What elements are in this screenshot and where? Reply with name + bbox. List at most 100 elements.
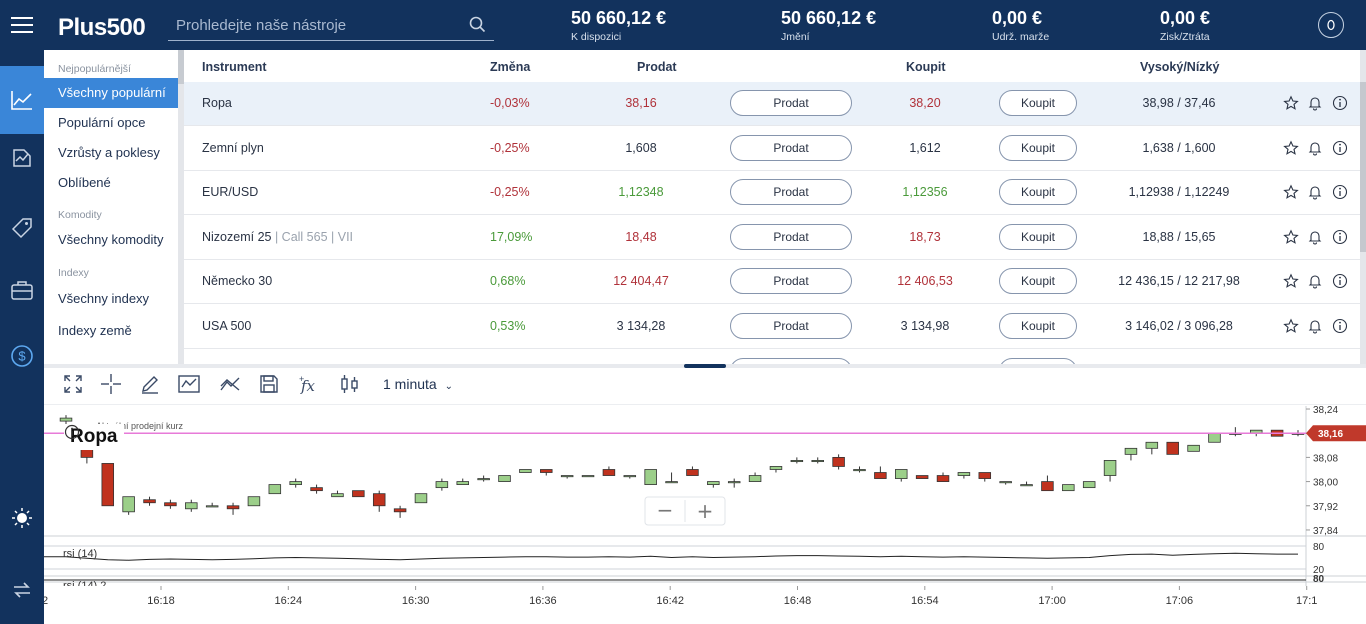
scrollbar-thumb[interactable] <box>1360 82 1366 252</box>
table-row[interactable] <box>184 350 1360 364</box>
buy-button[interactable]: Koupit <box>999 313 1077 339</box>
x-tick-label: 16:42 <box>656 595 684 607</box>
buy-button[interactable]: Koupit <box>999 179 1077 206</box>
high-low-value: 1,638 / 1,600 <box>1142 140 1216 155</box>
table-row[interactable]: Nizozemí 25 | Call 565 | VII 17,09% 18,4… <box>184 216 1360 260</box>
x-tick-label: 16:18 <box>147 595 175 607</box>
candle <box>665 481 678 484</box>
search-icon[interactable] <box>469 16 486 33</box>
bell-icon[interactable] <box>1307 95 1323 111</box>
candle <box>205 505 219 508</box>
category-all-indices[interactable]: Všechny indexy <box>44 282 178 316</box>
info-icon[interactable] <box>64 424 80 440</box>
rail-theme[interactable] <box>0 488 44 548</box>
rail-switch[interactable] <box>0 560 44 620</box>
instrument-label: Zemní plyn <box>202 140 264 155</box>
candle <box>832 456 845 467</box>
candle <box>915 475 929 479</box>
brightness-icon <box>12 508 32 528</box>
info-icon[interactable] <box>1332 318 1348 334</box>
info-icon[interactable] <box>1332 229 1348 245</box>
category-popular-options[interactable]: Populární opce <box>44 108 178 138</box>
buy-button[interactable]: Koupit <box>999 90 1077 116</box>
star-icon[interactable] <box>1283 140 1299 156</box>
candle <box>498 475 511 482</box>
star-icon[interactable] <box>1283 184 1299 200</box>
dollar-icon: $ <box>11 345 33 367</box>
header-change[interactable]: Změna <box>490 60 530 74</box>
bell-icon[interactable] <box>1307 273 1323 289</box>
bell-icon[interactable] <box>1307 140 1323 156</box>
table-row[interactable]: Německo 30 0,68% 12 404,47 Prodat 12 406… <box>184 260 1360 305</box>
menu-button[interactable] <box>0 0 44 50</box>
buy-button[interactable]: Koupit <box>999 223 1077 250</box>
candle <box>185 502 198 510</box>
candle <box>790 460 804 463</box>
table-scrollbar[interactable] <box>1360 50 1366 364</box>
stat-value: 50 660,12 € <box>571 8 667 28</box>
header-instrument[interactable]: Instrument <box>202 60 267 74</box>
bell-icon[interactable] <box>1307 318 1323 334</box>
candle <box>352 490 365 498</box>
instrument-name: Zemní plyn <box>202 141 264 155</box>
sell-button[interactable]: Prodat <box>730 268 852 295</box>
candle <box>414 493 428 504</box>
y-tick-label: 37,92 <box>1313 502 1338 513</box>
category-risers-fallers[interactable]: Vzrůsty a poklesy <box>44 138 178 168</box>
section-heading: Nejpopulárnější <box>58 63 131 75</box>
category-favourites[interactable]: Oblíbené <box>44 168 178 198</box>
table-row[interactable]: Zemní plyn -0,25% 1,608 Prodat 1,612 Kou… <box>184 127 1360 171</box>
table-row[interactable]: USA 500 0,53% 3 134,28 Prodat 3 134,98 K… <box>184 305 1360 349</box>
candle <box>540 469 553 473</box>
header-buy[interactable]: Koupit <box>906 60 946 74</box>
info-icon[interactable] <box>1332 184 1348 200</box>
buy-button[interactable]: Koupit <box>999 268 1077 295</box>
plus500-logo[interactable]: Plus500 <box>58 14 146 42</box>
rail-trade[interactable] <box>0 66 44 134</box>
candle <box>727 481 741 484</box>
header-high-low[interactable]: Vysoký/Nízký <box>1140 60 1219 74</box>
table-row[interactable]: EUR/USD -0,25% 1,12348 Prodat 1,12356 Ko… <box>184 171 1360 216</box>
candle <box>143 499 156 504</box>
zoom-out-button[interactable]: − <box>657 498 674 522</box>
rail-portfolio[interactable] <box>0 260 44 320</box>
candle <box>1124 447 1138 455</box>
category-all-popular[interactable]: Všechny populární <box>44 78 178 108</box>
buy-button[interactable]: Koupit <box>999 134 1077 161</box>
sell-button[interactable]: Prodat <box>730 179 852 206</box>
candle <box>372 493 386 507</box>
bell-icon[interactable] <box>1307 184 1323 200</box>
instrument-name: Německo 30 <box>202 274 272 288</box>
header-sell[interactable]: Prodat <box>637 60 677 74</box>
info-icon[interactable] <box>1332 273 1348 289</box>
star-icon[interactable] <box>1283 229 1299 245</box>
star-icon[interactable] <box>1283 95 1299 111</box>
search-input[interactable] <box>176 15 456 35</box>
price-chart[interactable]: 38,2438,0838,0037,9237,8438,16Aktuální p… <box>44 368 1366 624</box>
x-tick-label: 17:06 <box>1166 595 1194 607</box>
candle <box>1082 481 1096 489</box>
sell-button[interactable]: Prodat <box>730 313 852 339</box>
info-icon[interactable] <box>1332 95 1348 111</box>
sell-button[interactable]: Prodat <box>730 90 852 116</box>
zoom-in-button[interactable]: + <box>697 499 714 523</box>
candle <box>1187 444 1200 452</box>
candle <box>59 417 73 422</box>
rsi-tick-label: 80 <box>1313 542 1325 553</box>
bell-icon[interactable] <box>1307 229 1323 245</box>
instrument-name: Ropa <box>202 96 232 110</box>
sell-button[interactable]: Prodat <box>730 134 852 161</box>
rail-positions[interactable] <box>0 128 44 188</box>
star-icon[interactable] <box>1283 318 1299 334</box>
rail-orders[interactable] <box>0 198 44 258</box>
category-country-indices[interactable]: Indexy země <box>44 316 178 346</box>
stat-label: Zisk/Ztráta <box>1160 31 1210 43</box>
candle <box>1145 441 1159 449</box>
clock-button[interactable] <box>1318 12 1344 38</box>
star-icon[interactable] <box>1283 273 1299 289</box>
info-icon[interactable] <box>1332 140 1348 156</box>
rail-funds[interactable]: $ <box>0 326 44 386</box>
sell-button[interactable]: Prodat <box>730 223 852 250</box>
table-row[interactable]: Ropa -0,03% 38,16 Prodat 38,20 Koupit 38… <box>184 82 1360 126</box>
category-all-commodities[interactable]: Všechny komodity <box>44 224 178 258</box>
